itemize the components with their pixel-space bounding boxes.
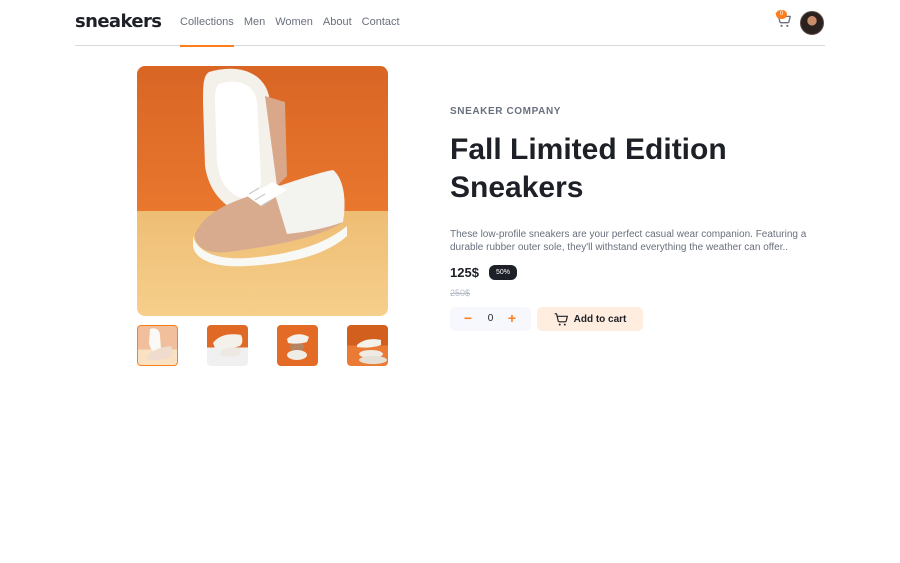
quantity-stepper: − 0 + bbox=[450, 307, 531, 331]
add-to-cart-label: Add to cart bbox=[573, 313, 627, 325]
nav-item-men[interactable]: Men bbox=[244, 0, 265, 46]
nav-item-about[interactable]: About bbox=[323, 0, 352, 46]
thumbnail-3[interactable] bbox=[277, 325, 318, 366]
thumbnail-1[interactable] bbox=[137, 325, 178, 366]
site-header: sneakers Collections Men Women About Con… bbox=[75, 0, 825, 47]
product-title: Fall Limited Edition Sneakers bbox=[450, 133, 727, 204]
sneaker-thumb-icon bbox=[213, 334, 243, 357]
sneaker-illustration bbox=[193, 68, 347, 267]
add-to-cart-button[interactable]: Add to cart bbox=[537, 307, 643, 331]
decrease-quantity-button[interactable]: − bbox=[456, 307, 480, 331]
current-price: 125$ bbox=[450, 265, 479, 280]
user-avatar[interactable] bbox=[800, 11, 824, 35]
sneaker-thumb-icon bbox=[147, 328, 173, 361]
discount-badge: 50% bbox=[489, 265, 517, 280]
thumbnail-strip bbox=[137, 325, 388, 366]
company-name: SNEAKER COMPANY bbox=[450, 106, 562, 117]
logo[interactable]: sneakers bbox=[75, 11, 162, 32]
increase-quantity-button[interactable]: + bbox=[500, 307, 524, 331]
quantity-value: 0 bbox=[487, 313, 494, 324]
sneaker-thumb-icon bbox=[287, 334, 309, 360]
cart-icon bbox=[554, 312, 568, 326]
nav-item-women[interactable]: Women bbox=[275, 0, 313, 46]
thumbnail-2[interactable] bbox=[207, 325, 248, 366]
main-nav: Collections Men Women About Contact bbox=[180, 0, 410, 47]
nav-item-contact[interactable]: Contact bbox=[362, 0, 400, 46]
nav-item-collections[interactable]: Collections bbox=[180, 0, 234, 47]
sneaker-thumb-icon bbox=[357, 339, 387, 364]
thumbnail-4[interactable] bbox=[347, 325, 388, 366]
cart-count-badge: 0 bbox=[776, 10, 787, 19]
product-description: These low-profile sneakers are your perf… bbox=[450, 229, 807, 253]
product-main-image[interactable] bbox=[137, 66, 388, 316]
original-price: 250$ bbox=[450, 288, 471, 298]
